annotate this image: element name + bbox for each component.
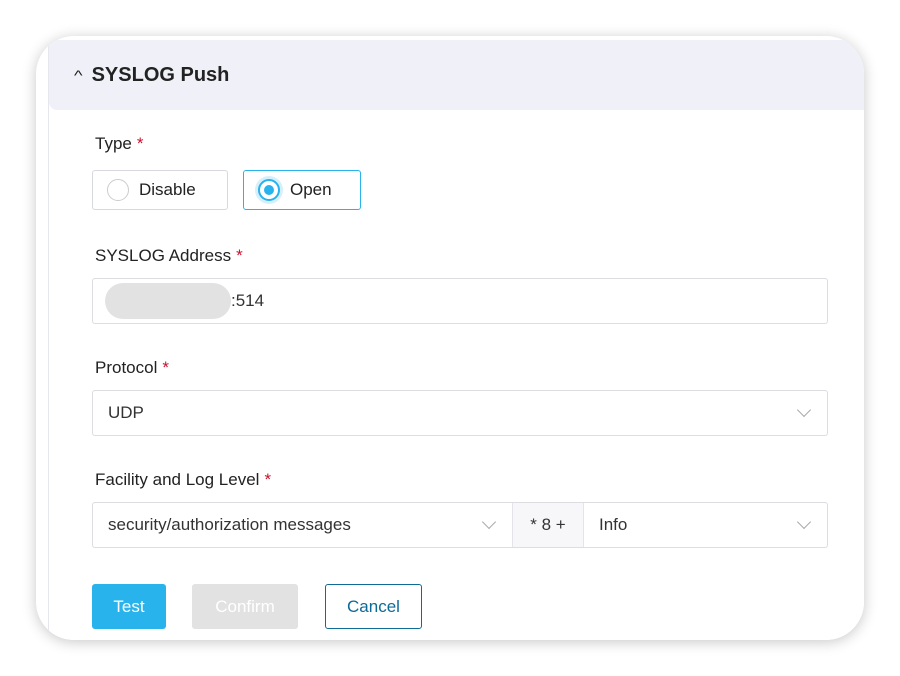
chevron-down-icon: [796, 402, 812, 418]
cancel-button[interactable]: Cancel: [325, 584, 422, 629]
radio-label: Open: [290, 180, 332, 199]
radio-open[interactable]: Open: [243, 170, 361, 210]
chevron-down-icon: [481, 514, 497, 530]
log-level-select[interactable]: Info: [584, 503, 827, 547]
section-header[interactable]: ^ SYSLOG Push: [49, 40, 864, 110]
syslog-address-input[interactable]: :514: [92, 278, 828, 324]
chevron-up-icon[interactable]: ^: [74, 67, 83, 83]
facility-label: Facility and Log Level *: [95, 470, 272, 489]
facility-select[interactable]: security/authorization messages: [93, 503, 512, 547]
radio-label: Disable: [139, 180, 196, 199]
protocol-select[interactable]: UDP: [92, 390, 828, 436]
confirm-button[interactable]: Confirm: [192, 584, 298, 629]
radio-circle-icon: [107, 179, 129, 201]
syslog-panel: ^ SYSLOG Push Type * Disable Open SYSLOG …: [48, 40, 864, 640]
test-button[interactable]: Test: [92, 584, 166, 629]
address-port: :514: [231, 291, 265, 310]
syslog-card: ^ SYSLOG Push Type * Disable Open SYSLOG …: [36, 36, 864, 640]
radio-disable[interactable]: Disable: [92, 170, 228, 210]
radio-checked-icon: [258, 179, 280, 201]
facility-separator: * 8 +: [512, 503, 584, 547]
address-label: SYSLOG Address *: [95, 246, 243, 265]
protocol-label: Protocol *: [95, 358, 169, 377]
type-label: Type *: [95, 134, 144, 153]
redacted-ip: [105, 283, 231, 319]
chevron-down-icon: [796, 514, 812, 530]
facility-value: security/authorization messages: [108, 515, 351, 534]
section-title: SYSLOG Push: [91, 63, 230, 86]
facility-level-group: security/authorization messages * 8 + In…: [92, 502, 828, 548]
protocol-value: UDP: [108, 403, 144, 422]
log-level-value: Info: [599, 515, 628, 534]
